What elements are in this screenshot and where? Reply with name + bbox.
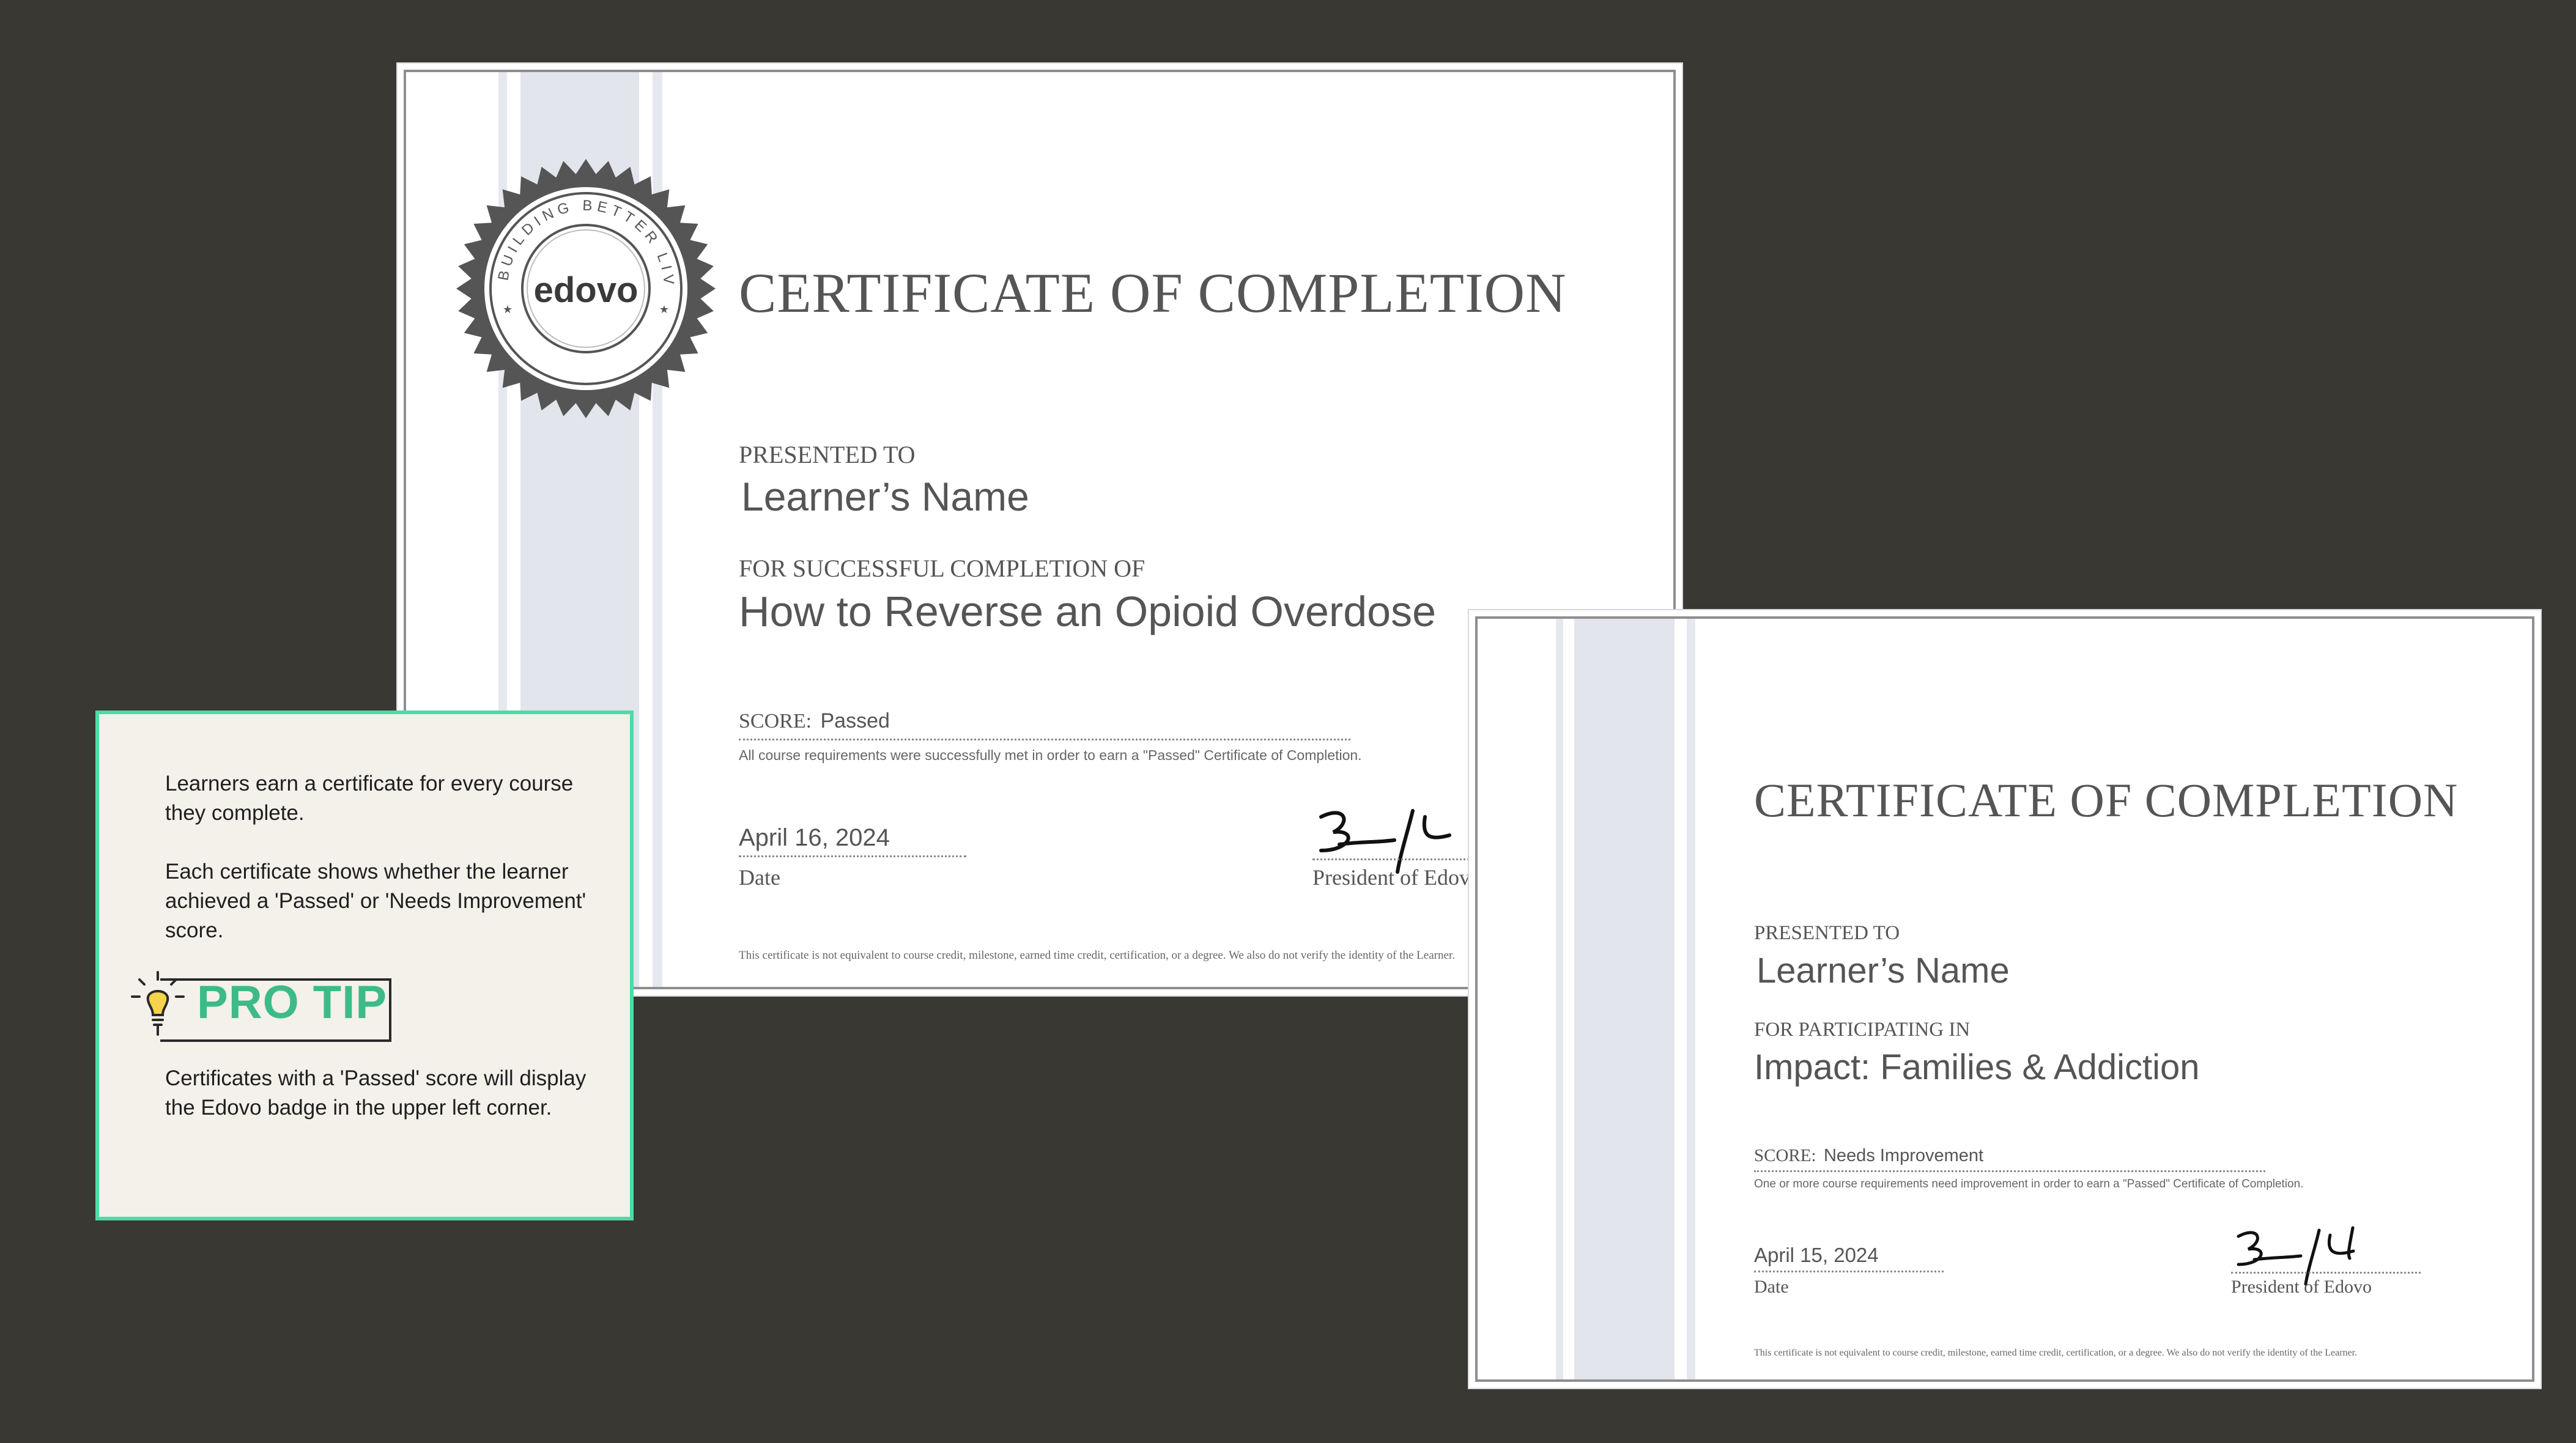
edovo-logo: edovo <box>534 270 638 310</box>
tip-paragraph-2: Each certificate shows whether the learn… <box>165 860 587 942</box>
score-label: SCORE: <box>739 710 812 733</box>
certificate-needs-improvement: CERTIFICATE OF COMPLETION PRESENTED TO L… <box>1469 610 2541 1388</box>
certificate-disclaimer: This certificate is not equivalent to co… <box>1754 1348 2358 1358</box>
tip-paragraph-3: Certificates with a 'Passed' score will … <box>165 1066 587 1120</box>
certificate-date: April 16, 2024 <box>739 824 966 857</box>
certificate-title: CERTIFICATE OF COMPLETION <box>739 262 1567 324</box>
score-row: SCORE: Passed <box>739 709 1350 740</box>
participation-label: FOR PARTICIPATING IN <box>1754 1019 1971 1041</box>
score-label: SCORE: <box>1754 1146 1816 1165</box>
presented-to-label: PRESENTED TO <box>1754 922 1900 944</box>
date-label: Date <box>739 865 780 890</box>
seal-star-icon: ★ <box>503 303 513 316</box>
pro-tip-label: PRO TIP <box>197 976 388 1028</box>
tip-paragraph-1: Learners earn a certificate for every co… <box>165 772 574 825</box>
presented-to-label: PRESENTED TO <box>739 441 916 468</box>
learner-name: Learner’s Name <box>741 474 1029 519</box>
course-title: Impact: Families & Addiction <box>1754 1047 2200 1087</box>
course-title: How to Reverse an Opioid Overdose <box>739 588 1436 635</box>
signer-label: President of Edovo <box>2231 1277 2372 1297</box>
score-value: Passed <box>820 709 890 733</box>
score-note: All course requirements were successfull… <box>739 747 1362 763</box>
certificate-date: April 15, 2024 <box>1754 1244 1944 1272</box>
signature-line <box>1312 858 1496 860</box>
score-row: SCORE: Needs Improvement <box>1754 1146 2265 1172</box>
score-value: Needs Improvement <box>1823 1146 1984 1165</box>
info-callout: Learners earn a certificate for every co… <box>95 710 634 1220</box>
signer-label: President of Edovo <box>1312 865 1481 890</box>
edovo-badge-seal: BUILDING BETTER LIVES★★edovo <box>451 154 716 418</box>
score-note: One or more course requirements need imp… <box>1754 1178 2304 1190</box>
certificate-title: CERTIFICATE OF COMPLETION <box>1754 773 2459 827</box>
seal-star-icon: ★ <box>659 303 669 316</box>
decorative-stripes <box>1556 619 1697 1379</box>
date-label: Date <box>1754 1277 1789 1297</box>
signature-line <box>2231 1272 2421 1274</box>
learner-name: Learner’s Name <box>1756 951 2010 991</box>
completion-label: FOR SUCCESSFUL COMPLETION OF <box>739 555 1146 582</box>
